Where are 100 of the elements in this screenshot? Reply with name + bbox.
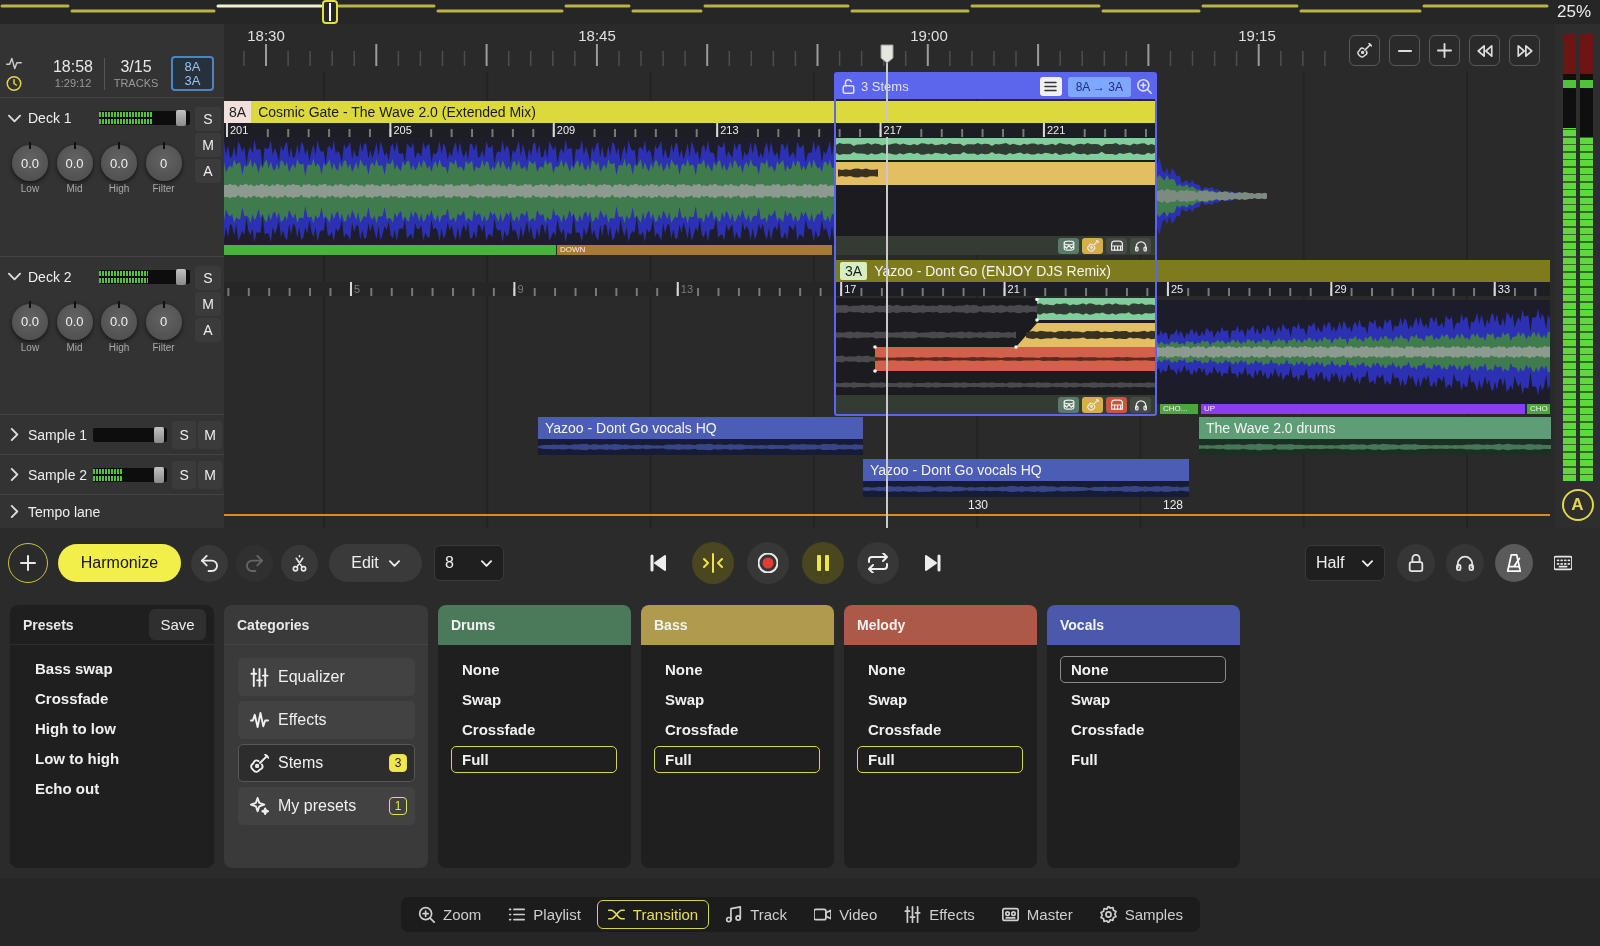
slider-thumb[interactable] — [175, 110, 186, 126]
cut-button[interactable] — [281, 544, 318, 582]
category-item[interactable]: Effects — [238, 701, 415, 739]
stem-toggle-button[interactable] — [1058, 396, 1079, 413]
stem-toggle-button[interactable] — [1106, 396, 1127, 413]
eq-knob[interactable]: 0 — [145, 303, 182, 340]
stem-toggle-button[interactable] — [1082, 396, 1103, 413]
preset-item[interactable]: Low to high — [35, 744, 120, 774]
volume-slider[interactable] — [93, 467, 168, 482]
zoom-in-button[interactable] — [1429, 35, 1460, 66]
view-tab[interactable]: Zoom — [407, 900, 493, 929]
stem-toggle-button[interactable] — [1058, 237, 1079, 254]
chevron-down-icon[interactable] — [8, 270, 21, 283]
eq-knob[interactable]: 0.0 — [56, 145, 93, 181]
tempo-mode-dropdown[interactable]: Half — [1305, 545, 1385, 581]
slider-thumb[interactable] — [153, 466, 164, 483]
eq-knob[interactable]: 0.0 — [101, 145, 137, 181]
view-tab[interactable]: Master — [990, 900, 1084, 929]
save-button[interactable]: Save — [149, 609, 206, 640]
stem-option[interactable]: Crossfade — [451, 716, 617, 743]
chevron-right-icon[interactable] — [8, 428, 21, 441]
record-button[interactable] — [747, 542, 789, 584]
headphones-button[interactable] — [1446, 544, 1484, 582]
stem-toggle-button[interactable] — [1130, 237, 1151, 254]
knob-label: High — [108, 341, 130, 353]
stem-option[interactable]: Crossfade — [654, 716, 820, 743]
preset-item[interactable]: Crossfade — [35, 684, 109, 714]
channel-button[interactable]: S — [172, 460, 197, 489]
channel-button[interactable]: S — [195, 265, 221, 290]
stem-option[interactable]: Full — [1060, 746, 1226, 773]
lock-icon[interactable] — [842, 79, 855, 94]
stem-option[interactable]: Full — [654, 746, 820, 773]
channel-button[interactable]: S — [195, 107, 221, 131]
eq-knob[interactable]: 0.0 — [12, 303, 48, 340]
pause-button[interactable] — [802, 542, 844, 584]
channel-button[interactable]: S — [172, 420, 197, 449]
mix-button[interactable] — [692, 542, 734, 584]
tracks-label: TRACKS — [113, 76, 159, 90]
channel-button[interactable]: M — [195, 133, 221, 157]
stem-option[interactable]: Swap — [451, 686, 617, 713]
gear-icon — [1099, 906, 1117, 923]
eq-knob[interactable]: 0 — [145, 145, 182, 181]
stem-option[interactable]: Swap — [857, 686, 1023, 713]
category-item[interactable]: My presets 1 — [238, 787, 415, 825]
stem-option[interactable]: Crossfade — [1060, 716, 1226, 743]
channel-button[interactable]: A — [195, 159, 221, 183]
zoom-out-button[interactable] — [1389, 35, 1420, 66]
zoom-in-icon[interactable] — [1137, 79, 1152, 94]
metronome-button[interactable] — [1495, 544, 1533, 582]
undo-button[interactable] — [191, 544, 228, 582]
preset-item[interactable]: Echo out — [35, 774, 100, 804]
key-box[interactable]: 8A 3A — [171, 56, 214, 91]
view-tab[interactable]: Transition — [596, 900, 710, 929]
eq-knob[interactable]: 0.0 — [56, 303, 93, 340]
slider-thumb[interactable] — [153, 426, 164, 443]
clip-header[interactable]: Yazoo - Dont Go vocals HQ — [538, 417, 863, 439]
view-tab[interactable]: Effects — [893, 900, 986, 929]
stem-option[interactable]: Crossfade — [857, 716, 1023, 743]
loop-button[interactable] — [857, 542, 899, 584]
chevron-right-icon[interactable] — [8, 505, 21, 518]
edit-dropdown[interactable]: Edit — [329, 544, 422, 582]
category-item[interactable]: Stems 3 — [238, 744, 415, 782]
stem-option[interactable]: None — [857, 656, 1023, 683]
channel-button[interactable]: M — [195, 291, 221, 316]
volume-slider[interactable] — [99, 111, 190, 125]
quantize-dropdown[interactable]: 8 — [434, 545, 504, 581]
chevron-right-icon[interactable] — [8, 468, 21, 481]
eq-knob[interactable]: 0.0 — [101, 303, 137, 340]
stem-option[interactable]: None — [451, 656, 617, 683]
volume-slider[interactable] — [99, 269, 190, 284]
stem-toggle-button[interactable] — [1106, 237, 1127, 254]
playhead-marker[interactable] — [880, 44, 894, 64]
stem-toggle-button[interactable] — [1130, 396, 1151, 413]
preset-item[interactable]: High to low — [35, 714, 116, 744]
list-button[interactable] — [1039, 77, 1062, 96]
rewind-button[interactable] — [1469, 35, 1500, 66]
stem-option[interactable]: Swap — [654, 686, 820, 713]
view-tab[interactable]: Track — [714, 900, 799, 929]
channel-button[interactable]: A — [195, 317, 221, 342]
stem-option[interactable]: Full — [451, 746, 617, 773]
stem-option[interactable]: None — [1060, 656, 1226, 683]
harmonize-button[interactable]: Harmonize — [58, 544, 181, 582]
stem-toggle-button[interactable] — [1082, 237, 1103, 254]
channel-button[interactable]: M — [198, 460, 223, 489]
fast-forward-button[interactable] — [1509, 35, 1540, 66]
stem-option[interactable]: None — [654, 656, 820, 683]
auto-button[interactable]: A — [1561, 489, 1594, 521]
stem-option[interactable]: Swap — [1060, 686, 1226, 713]
eq-knob[interactable]: 0.0 — [12, 145, 48, 181]
playhead-line[interactable] — [886, 62, 888, 528]
stem-option[interactable]: Full — [857, 746, 1023, 773]
stems-view-button[interactable] — [1349, 35, 1380, 66]
view-tab[interactable]: Playlist — [497, 900, 592, 929]
view-tab[interactable]: Samples — [1088, 900, 1194, 929]
preset-item[interactable]: Bass swap — [35, 654, 113, 684]
view-tab[interactable]: Video — [803, 900, 889, 929]
lock-button[interactable] — [1397, 544, 1435, 582]
channel-button[interactable]: M — [198, 420, 223, 449]
slider-thumb[interactable] — [175, 268, 186, 285]
category-item[interactable]: Equalizer — [238, 658, 415, 696]
